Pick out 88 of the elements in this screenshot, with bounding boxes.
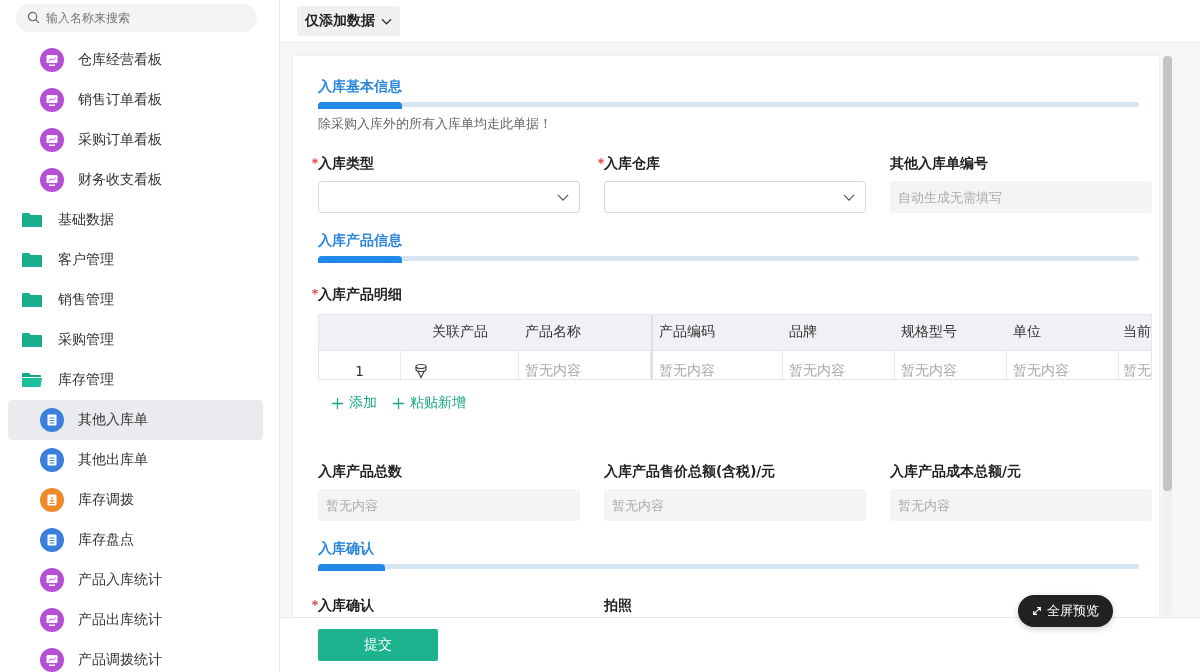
table-cell: 暂无内容 [783, 350, 895, 380]
field-label: 入库产品总数 [318, 463, 402, 482]
column-header: 关联产品 [431, 322, 489, 342]
document-icon [40, 408, 64, 432]
sidebar-item[interactable]: 其他出库单 [8, 440, 263, 480]
field-label: 入库产品成本总额/元 [890, 463, 1021, 482]
document-icon [40, 448, 64, 472]
sidebar-item[interactable]: 仓库经营看板 [8, 40, 263, 80]
table-cell: 暂无内容 [895, 350, 1007, 380]
sidebar-folder-label: 销售管理 [58, 291, 114, 309]
sidebar-item-label: 库存盘点 [78, 531, 134, 549]
sidebar-item-label: 产品出库统计 [78, 611, 162, 629]
sidebar-item[interactable]: 产品调拨统计 [8, 640, 263, 672]
sidebar-item-label: 销售订单看板 [78, 91, 162, 109]
monitor-icon [40, 608, 64, 632]
document-icon [40, 488, 64, 512]
search-icon [27, 11, 40, 24]
sidebar-folder[interactable]: 采购管理 [0, 320, 279, 360]
sidebar-item[interactable]: 采购订单看板 [8, 120, 263, 160]
section-note: 除采购入库外的所有入库单均走此单据！ [318, 115, 553, 133]
input-field[interactable]: 暂无内容 [604, 489, 866, 522]
chevron-down-icon [381, 17, 392, 25]
select-field[interactable] [318, 181, 580, 213]
column-header: 产品名称 [524, 322, 582, 342]
input-field[interactable]: 暂无内容 [318, 489, 580, 522]
sidebar-folder-label: 库存管理 [58, 371, 114, 389]
document-icon [40, 528, 64, 552]
column-header: 产品编码 [651, 314, 783, 350]
field-label: 入库产品售价总额(含税)/元 [604, 463, 776, 482]
sidebar-item[interactable]: 销售订单看板 [8, 80, 263, 120]
monitor-icon [40, 568, 64, 592]
sidebar-item[interactable]: 产品入库统计 [8, 560, 263, 600]
monitor-icon [40, 128, 64, 152]
chevron-down-icon [557, 193, 569, 201]
section-title: 入库确认 [318, 540, 375, 558]
section-accent-bar [318, 564, 385, 571]
sidebar-folder[interactable]: 库存管理 [0, 360, 279, 400]
sidebar-item-label: 其他入库单 [78, 411, 148, 429]
sidebar-item-label: 库存调拨 [78, 491, 134, 509]
sidebar-folder[interactable]: 客户管理 [0, 240, 279, 280]
sidebar-item-label: 产品调拨统计 [78, 651, 162, 669]
section-title: 入库产品信息 [318, 231, 403, 250]
field-label: 其他入库单编号 [890, 155, 988, 173]
sidebar-item-label: 产品入库统计 [78, 571, 162, 589]
field-label: 入库确认 [312, 597, 374, 615]
sidebar-folder-label: 客户管理 [58, 251, 114, 269]
fullscreen-preview-button[interactable]: 全屏预览 [1018, 595, 1113, 627]
table-cell-text: 暂无 [1122, 360, 1151, 380]
field-label: 拍照 [604, 597, 632, 615]
sidebar-folder-label: 基础数据 [58, 211, 114, 229]
sidebar-folder[interactable]: 基础数据 [0, 200, 279, 240]
column-header: 当前 [1122, 322, 1151, 342]
input-field[interactable]: 暂无内容 [890, 489, 1152, 522]
sidebar-item[interactable]: 库存盘点 [8, 520, 263, 560]
table-cell: 暂无内容 [519, 350, 651, 380]
sidebar-item-label: 仓库经营看板 [78, 51, 162, 69]
table-cell: 暂无内容 [651, 350, 783, 380]
table-cell: 暂无内容 [1007, 350, 1119, 380]
sidebar-item-label: 财务收支看板 [78, 171, 162, 189]
field-label: 入库仓库 [598, 155, 660, 173]
monitor-icon [40, 48, 64, 72]
monitor-icon [40, 168, 64, 192]
sidebar-item-label: 采购订单看板 [78, 131, 162, 149]
sidebar-folder-label: 采购管理 [58, 331, 114, 349]
sidebar-folder[interactable]: 销售管理 [0, 280, 279, 320]
column-header: 品牌 [788, 322, 818, 342]
field-label: 入库产品明细 [312, 285, 402, 304]
column-header: 规格型号 [900, 322, 958, 342]
input-field[interactable]: 自动生成无需填写 [890, 181, 1152, 213]
chevron-down-icon [843, 193, 855, 201]
sidebar-item[interactable]: 产品出库统计 [8, 600, 263, 640]
plus-icon [393, 397, 404, 409]
expand-icon [1032, 606, 1042, 616]
sidebar-item[interactable]: 库存调拨 [8, 480, 263, 520]
row-number: 1 [319, 350, 401, 380]
monitor-icon [40, 88, 64, 112]
mode-dropdown[interactable]: 仅添加数据 [297, 6, 400, 36]
sidebar-item-label: 其他出库单 [78, 451, 148, 469]
search-field[interactable]: 输入名称来搜索 [16, 4, 257, 32]
field-label: 入库类型 [312, 155, 374, 173]
sidebar-item[interactable]: 其他入库单 [8, 400, 263, 440]
scrollbar[interactable] [1163, 56, 1172, 617]
column-header: 单位 [1012, 322, 1042, 342]
select-product-icon[interactable] [413, 362, 429, 379]
select-field[interactable] [604, 181, 866, 213]
plus-icon [332, 397, 343, 409]
section-title: 入库基本信息 [318, 78, 403, 96]
sidebar-item[interactable]: 财务收支看板 [8, 160, 263, 200]
